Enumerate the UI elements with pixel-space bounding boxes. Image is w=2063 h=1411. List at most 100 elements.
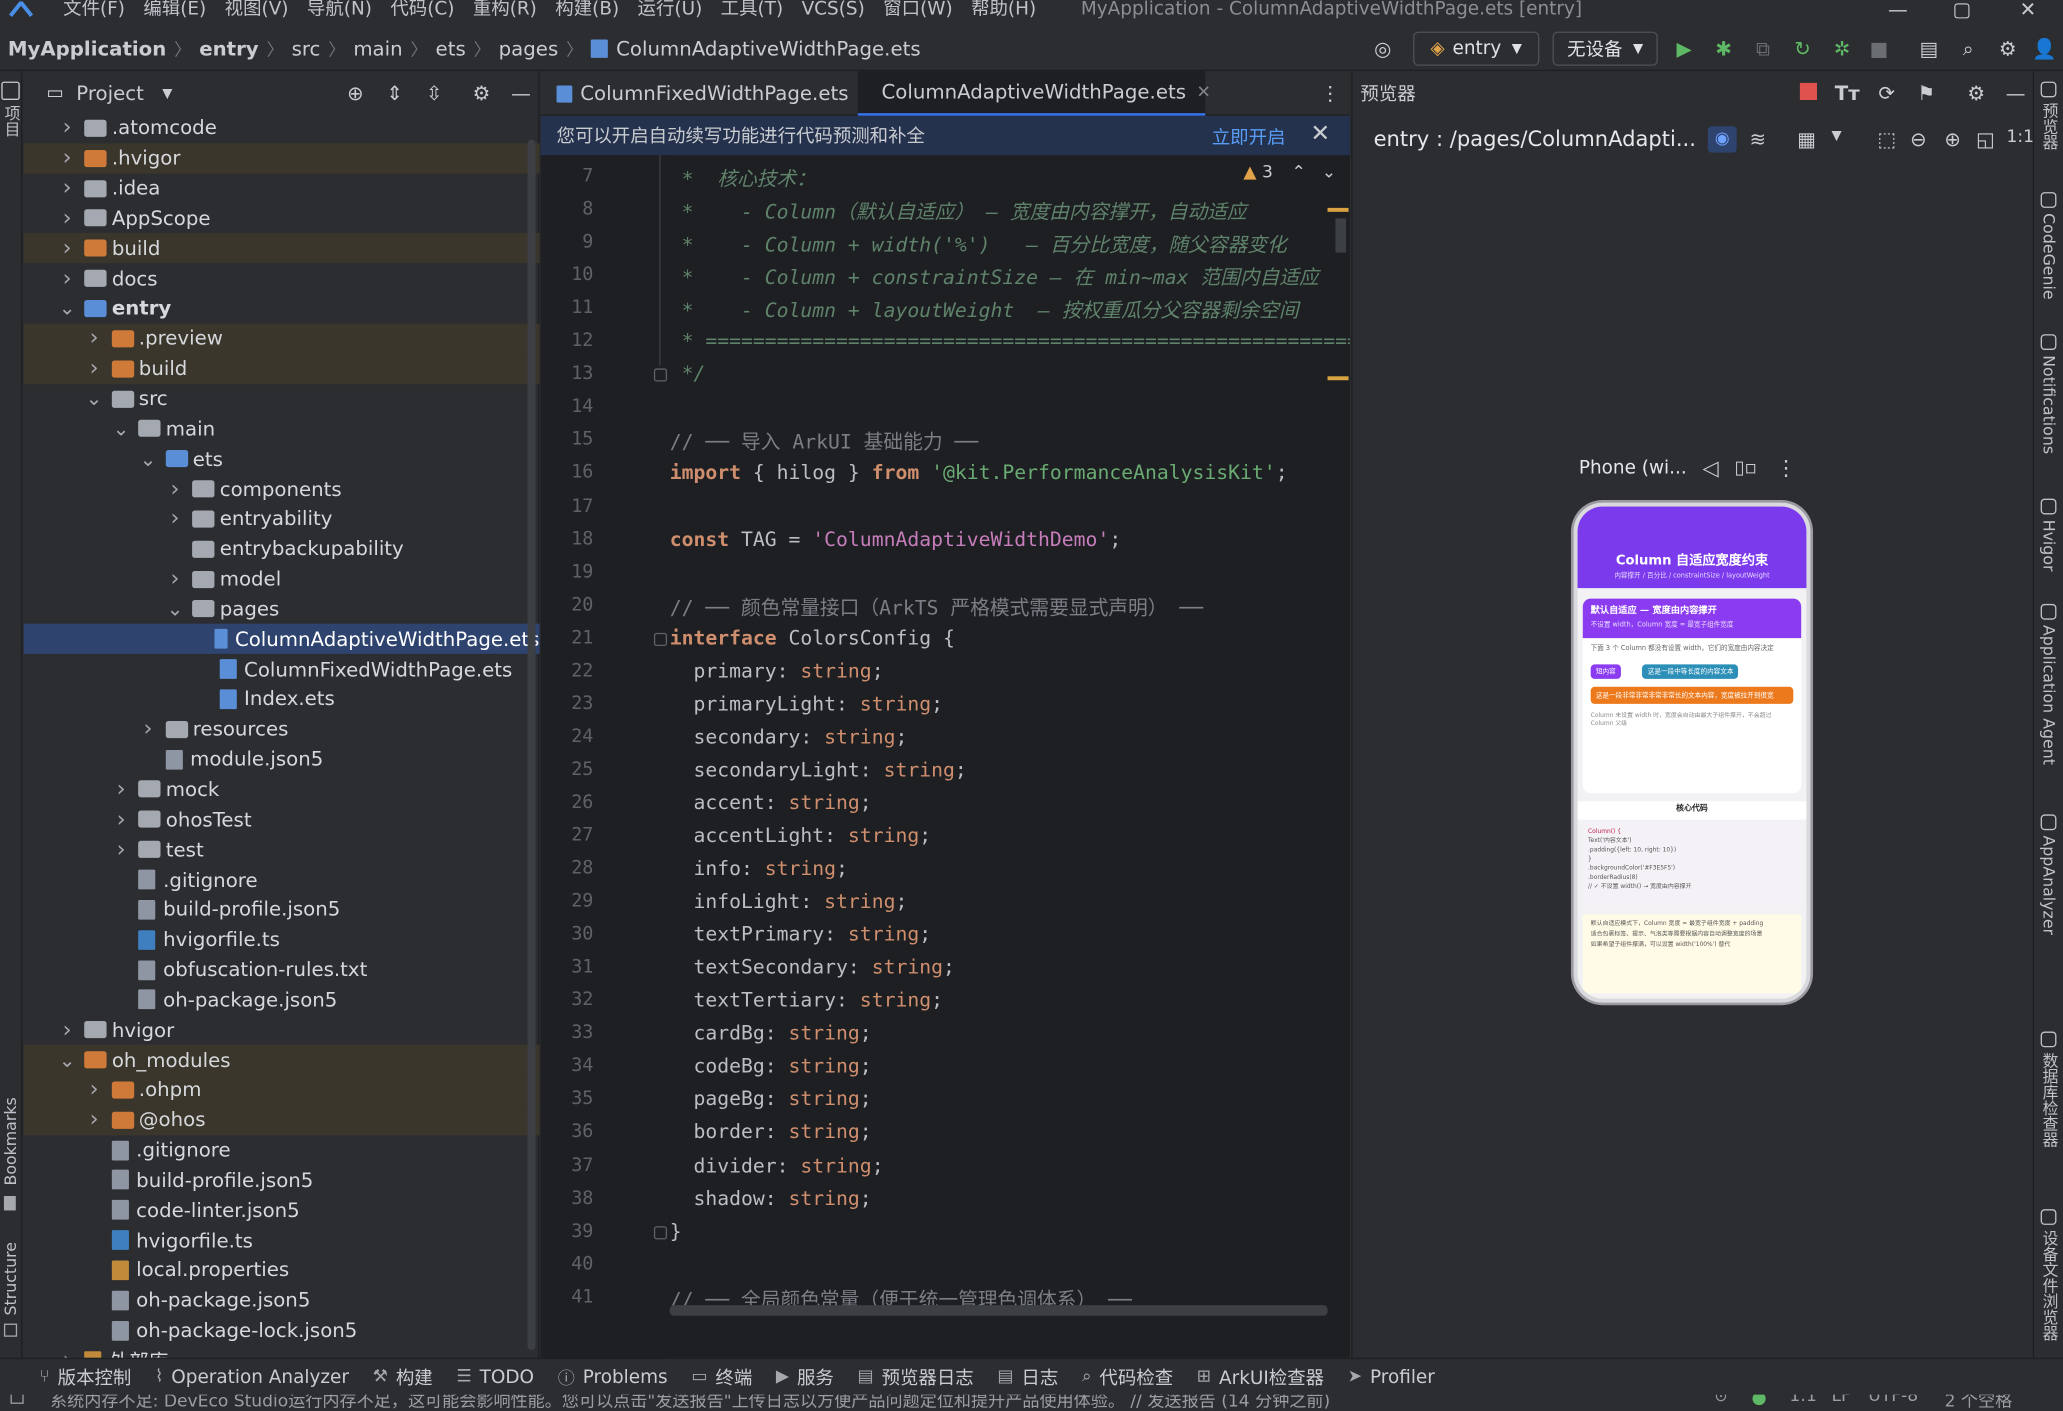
- chevron-right-icon[interactable]: ›: [58, 235, 76, 261]
- code-line[interactable]: * - Column + width('%') — 百分比宽度，随父容器变化: [670, 230, 1287, 258]
- code-line[interactable]: * - Column + constraintSize — 在 min~max …: [670, 263, 1319, 291]
- tree-node[interactable]: local.properties: [24, 1255, 540, 1285]
- enable-now-link[interactable]: 立即开启: [1212, 124, 1286, 150]
- right-tool-label[interactable]: 数据库检查器: [2039, 1053, 2061, 1148]
- breadcrumb-project[interactable]: MyApplication: [8, 36, 166, 60]
- settings-gear-icon[interactable]: ⚙: [1995, 36, 2021, 62]
- run-icon[interactable]: ▶: [1671, 36, 1697, 62]
- chevron-down-icon[interactable]: ⌄: [85, 387, 103, 411]
- code-line[interactable]: accent: string;: [670, 791, 871, 815]
- tool-window-button[interactable]: ⊞ ArkUI检查器: [1197, 1364, 1324, 1390]
- refresh-icon[interactable]: ⟳: [1874, 80, 1900, 106]
- tree-node[interactable]: oh-package-lock.json5: [24, 1315, 540, 1345]
- inspection-widget[interactable]: ▲ 3 ⌃ ⌄: [1243, 163, 1336, 183]
- fold-marker-icon[interactable]: [653, 632, 668, 646]
- expand-all-icon[interactable]: ⇕: [382, 80, 408, 106]
- tool-window-button[interactable]: ⓘ Problems: [558, 1364, 668, 1389]
- tab-column-adaptive-width[interactable]: ColumnAdaptiveWidthPage.ets ✕: [857, 71, 1211, 116]
- tree-node[interactable]: › test: [24, 834, 540, 864]
- fold-marker-icon[interactable]: [653, 1225, 668, 1239]
- tool-window-button[interactable]: ➤ Profiler: [1348, 1366, 1435, 1387]
- tree-node[interactable]: › .ohpm: [23, 1074, 540, 1105]
- tree-node[interactable]: ColumnAdaptiveWidthPage.ets: [23, 624, 540, 655]
- tree-node[interactable]: .gitignore: [24, 1135, 540, 1165]
- code-line[interactable]: secondary: string;: [670, 725, 907, 749]
- menu-item[interactable]: 工具(T): [721, 0, 783, 18]
- code-line[interactable]: codeBg: string;: [670, 1054, 871, 1078]
- close-banner-icon[interactable]: ✕: [1310, 120, 1330, 148]
- code-line[interactable]: border: string;: [670, 1120, 871, 1144]
- memory-warning-message[interactable]: 系统内存不足: DevEco Studio运行内存不足，这可能会影响性能。您可以…: [50, 1395, 1330, 1411]
- pin-icon[interactable]: ⚑: [1913, 80, 1939, 106]
- menu-item[interactable]: 运行(U): [638, 0, 703, 18]
- menu-item[interactable]: 代码(C): [390, 0, 454, 18]
- chevron-right-icon[interactable]: ›: [58, 115, 76, 141]
- close-tab-icon[interactable]: ✕: [1197, 82, 1211, 102]
- code-line[interactable]: import { hilog } from '@kit.PerformanceA…: [670, 461, 1288, 485]
- chevron-down-icon[interactable]: ▼: [162, 86, 172, 100]
- options-gear-icon[interactable]: ⚙: [468, 80, 494, 106]
- tree-node[interactable]: obfuscation-rules.txt: [24, 955, 540, 985]
- tree-node[interactable]: hvigorfile.ts: [24, 1225, 540, 1255]
- rerun-icon[interactable]: ↻: [1789, 36, 1815, 62]
- maximize-icon[interactable]: ▢: [1952, 0, 1971, 18]
- code-line[interactable]: // ── 颜色常量接口（ArkTS 严格模式需要显式声明） ──: [670, 593, 1203, 621]
- locate-file-icon[interactable]: ⊕: [342, 80, 368, 106]
- tree-node[interactable]: › mock: [24, 774, 540, 804]
- project-tool-label[interactable]: 项目: [1, 105, 23, 137]
- tree-node[interactable]: ⌄ entry: [24, 293, 540, 323]
- code-line[interactable]: primaryLight: string;: [670, 692, 943, 716]
- menu-item[interactable]: 窗口(W): [883, 0, 952, 18]
- code-line[interactable]: divider: string;: [670, 1153, 883, 1177]
- chevron-down-icon[interactable]: ⌄: [112, 417, 130, 441]
- chevron-right-icon[interactable]: ›: [112, 776, 130, 802]
- code-line[interactable]: interface ColorsConfig {: [670, 626, 955, 650]
- tool-window-button[interactable]: ☰ TODO: [456, 1366, 534, 1387]
- right-tool-label[interactable]: Hvigor: [2039, 520, 2057, 572]
- menu-item[interactable]: 文件(F): [63, 0, 125, 18]
- zoom-out-icon[interactable]: ⊖: [1905, 126, 1931, 152]
- menu-item[interactable]: 帮助(H): [971, 0, 1036, 18]
- chevron-right-icon[interactable]: ›: [58, 145, 76, 171]
- chevron-down-icon[interactable]: ⌄: [58, 1048, 76, 1072]
- code-line[interactable]: textSecondary: string;: [670, 955, 954, 979]
- chevron-down-icon[interactable]: ⌄: [166, 597, 184, 621]
- code-line[interactable]: * - Column + layoutWeight — 按权重瓜分父容器剩余空间: [670, 296, 1299, 324]
- right-tool-label[interactable]: 预览器: [2039, 103, 2061, 150]
- file-encoding[interactable]: UTF-8: [1868, 1395, 1918, 1407]
- menu-item[interactable]: 导航(N): [307, 0, 372, 18]
- tree-node[interactable]: › .atomcode: [24, 113, 540, 143]
- hide-panel-icon[interactable]: —: [508, 80, 534, 106]
- phone-preview[interactable]: Column 自适应宽度约束 内容撑开 / 百分比 / constraintSi…: [1573, 502, 1811, 1003]
- project-tool-icon[interactable]: [1, 81, 20, 100]
- collapse-all-icon[interactable]: ⇳: [421, 80, 447, 106]
- tool-window-button[interactable]: ⌇ Operation Analyzer: [155, 1366, 349, 1387]
- breadcrumb-file[interactable]: ColumnAdaptiveWidthPage.ets: [616, 36, 920, 60]
- warning-marker[interactable]: [1327, 207, 1349, 212]
- chevron-right-icon[interactable]: ›: [58, 205, 76, 231]
- hide-panel-icon[interactable]: —: [2002, 80, 2028, 106]
- project-panel-title[interactable]: Project: [76, 82, 144, 106]
- hvigor-icon[interactable]: [2040, 498, 2057, 515]
- code-line[interactable]: // ── 导入 ArkUI 基础能力 ──: [670, 428, 979, 456]
- tree-node[interactable]: › entryability: [24, 504, 540, 534]
- project-scrollbar[interactable]: [527, 139, 536, 1350]
- chevron-down-icon[interactable]: ⌄: [58, 297, 76, 321]
- more-tabs-icon[interactable]: ⋮: [1317, 80, 1343, 106]
- tree-node[interactable]: ⌄ src: [24, 384, 540, 414]
- tool-window-button[interactable]: ▶ 服务: [776, 1364, 834, 1390]
- code-line[interactable]: const TAG = 'ColumnAdaptiveWidthDemo';: [670, 527, 1122, 551]
- menu-item[interactable]: 编辑(E): [143, 0, 206, 18]
- tool-window-button[interactable]: ⌕ 代码检查: [1082, 1364, 1173, 1390]
- right-tool-label[interactable]: CodeGenie: [2039, 213, 2057, 299]
- tree-node[interactable]: ⌄ main: [24, 414, 540, 444]
- device-switch-icon[interactable]: ▯▫: [1734, 457, 1757, 478]
- code-line[interactable]: */: [670, 362, 706, 386]
- tree-node[interactable]: › ohosTest: [24, 804, 540, 834]
- zoom-in-icon[interactable]: ⊕: [1939, 126, 1965, 152]
- tree-node[interactable]: .gitignore: [24, 865, 540, 895]
- structure-tool[interactable]: Structure: [1, 1242, 19, 1315]
- cursor-position[interactable]: 1:1: [1789, 1395, 1817, 1407]
- project-structure-icon[interactable]: ▤: [1916, 36, 1942, 62]
- breadcrumb-ets[interactable]: ets: [436, 36, 466, 60]
